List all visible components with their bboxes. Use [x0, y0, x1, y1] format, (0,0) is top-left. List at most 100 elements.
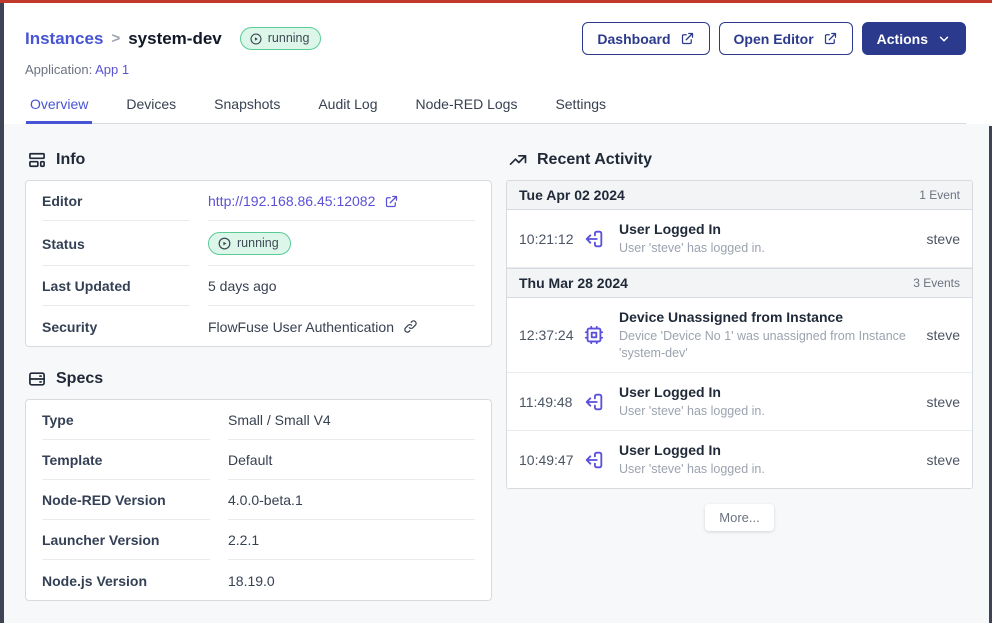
header-actions: Dashboard Open Editor Actions	[582, 22, 966, 55]
event-user: steve	[927, 452, 960, 468]
status-badge: running	[208, 232, 291, 255]
detail-row: Last Updated 5 days ago	[26, 266, 491, 306]
application-label: Application:	[25, 62, 92, 77]
external-link-icon	[680, 31, 695, 46]
detail-row: Type Small / Small V4	[26, 400, 491, 440]
tab-settings[interactable]: Settings	[551, 90, 610, 124]
play-circle-icon	[249, 32, 263, 46]
recent-activity-section: Recent Activity Tue Apr 02 2024 1 Event 10…	[506, 150, 973, 531]
event-time: 10:21:12	[519, 231, 583, 247]
detail-value: http://192.168.86.45:12082	[208, 181, 475, 221]
event-user: steve	[927, 327, 960, 343]
recent-activity-heading: Recent Activity	[508, 150, 973, 170]
dashboard-button[interactable]: Dashboard	[582, 22, 709, 55]
external-link-icon	[384, 194, 399, 209]
specs-heading: Specs	[27, 369, 492, 389]
specs-section: Specs Type Small / Small V4TemplateDefaul…	[25, 369, 492, 601]
detail-value: 4.0.0-beta.1	[228, 480, 475, 520]
tab-audit-log[interactable]: Audit Log	[314, 90, 381, 124]
detail-label: Launcher Version	[42, 520, 210, 560]
breadcrumb: Instances > system-dev	[25, 29, 222, 49]
event-title: User Logged In	[619, 383, 917, 401]
event-title: User Logged In	[619, 220, 917, 238]
detail-row: Node.js Version 18.19.0	[26, 560, 491, 600]
activity-date-header: Thu Mar 28 2024 3 Events	[507, 268, 972, 298]
detail-value: 2.2.1	[228, 520, 475, 560]
activity-event-row: 10:49:47User Logged InUser 'steve' has l…	[507, 431, 972, 488]
tab-devices[interactable]: Devices	[122, 90, 180, 124]
detail-value: 5 days ago	[208, 266, 475, 306]
detail-label: Security	[42, 306, 190, 346]
detail-label: Template	[42, 440, 210, 480]
detail-row: Statusrunning	[26, 221, 491, 266]
detail-row: Security FlowFuse User Authentication	[26, 306, 491, 346]
open-editor-button[interactable]: Open Editor	[719, 22, 853, 55]
detail-row: Launcher Version 2.2.1	[26, 520, 491, 560]
info-heading: Info	[27, 150, 492, 170]
activity-event-row: 12:37:24 Device Unassigned from Instance D…	[507, 298, 972, 373]
detail-value: Small / Small V4	[228, 400, 475, 440]
login-icon	[583, 449, 605, 471]
instance-name: system-dev	[128, 29, 222, 49]
specs-card: Type Small / Small V4TemplateDefaultNode-…	[25, 399, 492, 601]
template-icon	[27, 150, 47, 170]
login-icon	[583, 228, 605, 250]
page-header: Instances > system-dev running Dashboard…	[4, 3, 992, 124]
detail-row: Node-RED Version 4.0.0-beta.1	[26, 480, 491, 520]
tab-overview[interactable]: Overview	[26, 90, 92, 124]
activity-date: Thu Mar 28 2024	[519, 275, 628, 291]
link-icon	[403, 319, 418, 334]
activity-card: Tue Apr 02 2024 1 Event 10:21:12 User Logge…	[506, 180, 973, 489]
event-description: User 'steve' has logged in.	[619, 403, 917, 420]
event-icon-wrap	[583, 228, 619, 250]
activity-date-header: Tue Apr 02 2024 1 Event	[507, 181, 972, 210]
actions-dropdown-button[interactable]: Actions	[862, 22, 966, 55]
instance-overview-page: Instances > system-dev running Dashboard…	[4, 3, 992, 623]
main-content: Info Editor http://192.168.86.45:12082 Sta…	[4, 124, 992, 623]
detail-label: Type	[42, 400, 210, 440]
activity-date: Tue Apr 02 2024	[519, 187, 625, 203]
breadcrumb-separator: >	[111, 30, 120, 47]
detail-value: FlowFuse User Authentication	[208, 306, 475, 346]
event-icon-wrap	[583, 449, 619, 471]
play-circle-icon	[217, 236, 232, 251]
detail-label: Last Updated	[42, 266, 190, 306]
application-link[interactable]: App 1	[95, 62, 129, 77]
tab-snapshots[interactable]: Snapshots	[210, 90, 284, 124]
login-icon	[583, 391, 605, 413]
info-section: Info Editor http://192.168.86.45:12082 Sta…	[25, 150, 492, 347]
event-user: steve	[927, 394, 960, 410]
event-title: Device Unassigned from Instance	[619, 308, 917, 326]
chevron-down-icon	[937, 32, 951, 46]
external-link-icon	[823, 31, 838, 46]
editor-url-link[interactable]: http://192.168.86.45:12082	[208, 193, 399, 209]
detail-row: Editor http://192.168.86.45:12082	[26, 181, 491, 221]
activity-event-row: 10:21:12 User Logged In User 'steve' has l…	[507, 210, 972, 268]
more-button[interactable]: More...	[705, 504, 773, 531]
tab-bar: Overview Devices Snapshots Audit Log Node-RE…	[25, 90, 966, 124]
event-description: Device 'Device No 1' was unassigned from…	[619, 328, 917, 362]
detail-value: running	[208, 221, 475, 266]
detail-label: Node.js Version	[42, 560, 210, 600]
event-description: User 'steve' has logged in.	[619, 461, 917, 478]
server-icon	[27, 369, 47, 389]
chip-icon	[583, 324, 605, 346]
activity-event-count: 1 Event	[919, 188, 960, 202]
info-card: Editor http://192.168.86.45:12082 Statusru…	[25, 180, 492, 347]
left-column: Info Editor http://192.168.86.45:12082 Sta…	[25, 150, 492, 623]
detail-label: Node-RED Version	[42, 480, 210, 520]
event-time: 11:49:48	[519, 394, 583, 410]
event-time: 12:37:24	[519, 327, 583, 343]
activity-event-count: 3 Events	[913, 276, 960, 290]
event-icon-wrap	[583, 391, 619, 413]
detail-value: 18.19.0	[228, 560, 475, 600]
detail-label: Editor	[42, 181, 190, 221]
detail-row: TemplateDefault	[26, 440, 491, 480]
event-user: steve	[927, 231, 960, 247]
trending-up-icon	[508, 150, 528, 170]
event-time: 10:49:47	[519, 452, 583, 468]
breadcrumb-instances-link[interactable]: Instances	[25, 29, 103, 49]
event-description: User 'steve' has logged in.	[619, 240, 917, 257]
top-accent-bar	[0, 0, 992, 3]
tab-node-red-logs[interactable]: Node-RED Logs	[412, 90, 522, 124]
